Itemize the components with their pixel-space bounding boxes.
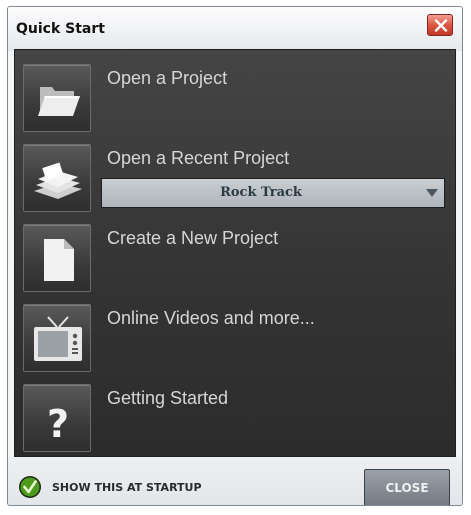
online-videos-item[interactable]: Online Videos and more... bbox=[23, 304, 447, 378]
open-recent-project-label: Open a Recent Project bbox=[107, 148, 290, 168]
create-new-project-item[interactable]: Create a New Project bbox=[23, 224, 447, 298]
open-folder-icon bbox=[23, 64, 91, 132]
tv-icon bbox=[23, 304, 91, 372]
chevron-down-icon bbox=[426, 189, 438, 197]
close-x-button[interactable] bbox=[427, 14, 453, 36]
new-document-icon bbox=[23, 224, 91, 292]
svg-text:?: ? bbox=[47, 402, 69, 446]
dialog-title: Quick Start bbox=[16, 21, 105, 37]
open-recent-project-item[interactable]: Open a Recent Project Rock Track bbox=[23, 144, 447, 218]
recent-project-value: Rock Track bbox=[220, 185, 302, 200]
open-project-item[interactable]: Open a Project bbox=[23, 64, 447, 138]
create-new-project-label: Create a New Project bbox=[107, 228, 279, 248]
dialog-footer: SHOW THIS AT STARTUP CLOSE bbox=[8, 457, 462, 505]
recent-project-dropdown[interactable]: Rock Track bbox=[101, 178, 445, 208]
show-at-startup-label: SHOW THIS AT STARTUP bbox=[52, 481, 202, 494]
question-mark-icon: ? bbox=[23, 384, 91, 452]
recent-project-icon bbox=[23, 144, 91, 212]
quick-start-panel: Open a Project Open a Recent Project Roc… bbox=[14, 49, 456, 457]
getting-started-label: Getting Started bbox=[107, 388, 229, 408]
getting-started-item[interactable]: ? Getting Started bbox=[23, 384, 447, 458]
close-x-icon bbox=[434, 19, 448, 32]
checkmark-icon bbox=[19, 476, 41, 498]
quick-start-dialog: Quick Start Open a Project Open a Recent… bbox=[7, 6, 463, 506]
title-bar: Quick Start bbox=[8, 7, 462, 51]
close-button[interactable]: CLOSE bbox=[364, 469, 450, 505]
show-at-startup-checkbox[interactable] bbox=[18, 475, 42, 499]
open-project-label: Open a Project bbox=[107, 68, 228, 88]
online-videos-label: Online Videos and more... bbox=[107, 308, 315, 328]
